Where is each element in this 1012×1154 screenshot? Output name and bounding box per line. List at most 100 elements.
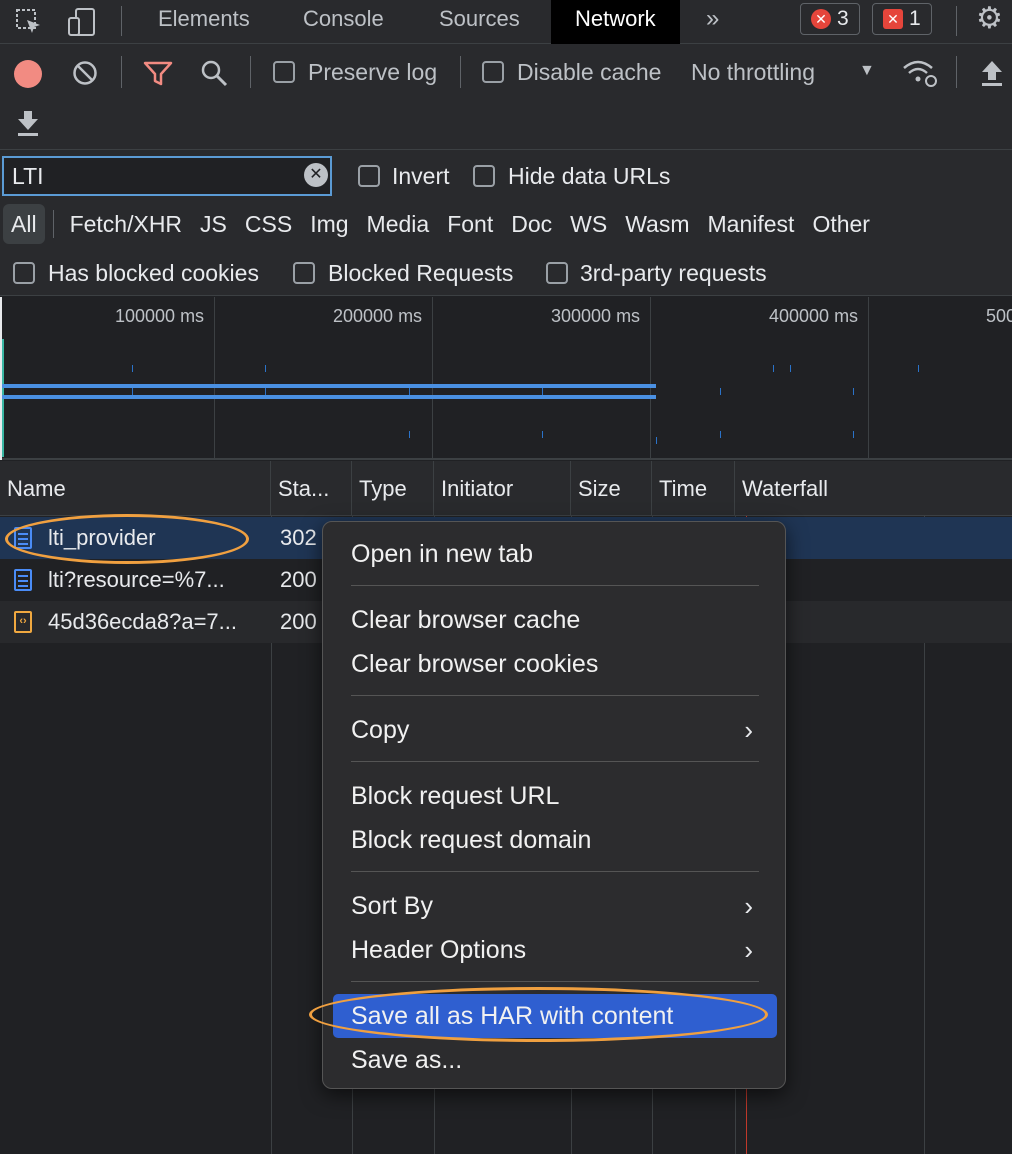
type-filter-font[interactable]: Font: [439, 204, 501, 244]
chevron-right-icon: ›: [744, 935, 753, 965]
column-header-time[interactable]: Time: [652, 461, 735, 516]
overview-mark: [132, 388, 133, 395]
network-overview-timeline[interactable]: 100000 ms 200000 ms 300000 ms 400000 ms …: [0, 297, 1012, 460]
column-header-waterfall[interactable]: Waterfall: [735, 461, 1012, 516]
disable-cache-label: Disable cache: [517, 59, 662, 85]
tab-console[interactable]: Console: [303, 0, 384, 44]
menu-item-save-as[interactable]: Save as...: [333, 1038, 777, 1082]
hide-data-urls-checkbox[interactable]: [473, 165, 495, 187]
overview-mark: [542, 388, 543, 395]
third-party-label: 3rd-party requests: [580, 260, 767, 286]
disable-cache-checkbox[interactable]: [482, 61, 504, 83]
divider: [460, 56, 461, 88]
has-blocked-cookies-label: Has blocked cookies: [48, 260, 259, 286]
type-filter-css[interactable]: CSS: [237, 204, 300, 244]
has-blocked-cookies-checkbox[interactable]: [13, 262, 35, 284]
menu-item-open-new-tab[interactable]: Open in new tab: [333, 532, 777, 576]
overview-mark: [409, 431, 410, 438]
third-party-checkbox[interactable]: [546, 262, 568, 284]
overview-mark: [790, 365, 791, 372]
preserve-log-label: Preserve log: [308, 59, 438, 85]
divider: [956, 56, 957, 88]
column-header-type[interactable]: Type: [352, 461, 434, 516]
column-header-status[interactable]: Sta...: [271, 461, 352, 516]
menu-item-save-har[interactable]: Save all as HAR with content: [333, 994, 777, 1038]
menu-separator: [351, 871, 759, 872]
tab-elements[interactable]: Elements: [158, 0, 250, 44]
menu-item-label: Header Options: [351, 936, 527, 964]
chevron-right-icon: ›: [744, 715, 753, 745]
overview-mark: [409, 388, 410, 395]
column-header-name[interactable]: Name: [0, 461, 271, 516]
overview-mark: [720, 431, 721, 438]
divider: [250, 56, 251, 88]
chevron-down-icon[interactable]: ▼: [859, 62, 875, 80]
divider: [956, 6, 957, 36]
tab-network[interactable]: Network: [551, 0, 680, 44]
gridline: [868, 297, 869, 460]
error-count-badge[interactable]: ✕ 3: [800, 3, 860, 35]
overview-mark: [853, 431, 854, 438]
hide-data-urls-label: Hide data URLs: [508, 163, 671, 189]
clear-filter-icon[interactable]: ✕: [304, 163, 328, 187]
overview-mark: [853, 388, 854, 395]
divider: [121, 6, 122, 36]
tick-label: 200000 ms: [333, 306, 423, 326]
menu-item-label: Open in new tab: [351, 540, 534, 568]
issues-count-badge[interactable]: ✕ 1: [872, 3, 932, 35]
device-toolbar-icon[interactable]: [66, 6, 98, 38]
invert-label: Invert: [392, 163, 450, 189]
invert-checkbox[interactable]: [358, 165, 380, 187]
import-har-icon[interactable]: [979, 58, 1005, 88]
menu-item-clear-cookies[interactable]: Clear browser cookies: [333, 642, 777, 686]
overview-mark: [265, 365, 266, 372]
type-filter-fetch-xhr[interactable]: Fetch/XHR: [62, 204, 190, 244]
menu-item-label: Save all as HAR with content: [351, 1002, 674, 1030]
type-filter-img[interactable]: Img: [302, 204, 356, 244]
type-filter-js[interactable]: JS: [192, 204, 235, 244]
menu-item-header-options[interactable]: Header Options ›: [333, 928, 777, 972]
type-filter-other[interactable]: Other: [804, 204, 878, 244]
column-header-size[interactable]: Size: [571, 461, 652, 516]
context-menu: Open in new tab Clear browser cache Clea…: [322, 521, 786, 1089]
type-filter-doc[interactable]: Doc: [503, 204, 560, 244]
preserve-log-checkbox[interactable]: [273, 61, 295, 83]
overview-request-bar: [2, 384, 656, 388]
overview-mark: [542, 431, 543, 438]
type-filter-wasm[interactable]: Wasm: [617, 204, 697, 244]
type-filter-media[interactable]: Media: [359, 204, 438, 244]
menu-item-copy[interactable]: Copy ›: [333, 708, 777, 752]
export-har-icon[interactable]: [15, 108, 41, 138]
menu-item-label: Sort By: [351, 892, 433, 920]
tab-sources[interactable]: Sources: [439, 0, 520, 44]
type-filter-ws[interactable]: WS: [562, 204, 615, 244]
menu-item-label: Clear browser cookies: [351, 650, 599, 678]
request-name: 45d36ecda8?a=7...: [48, 609, 238, 634]
filter-funnel-icon[interactable]: [143, 60, 173, 88]
throttling-select[interactable]: No throttling: [691, 59, 815, 86]
inspect-element-icon[interactable]: [14, 7, 44, 37]
divider: [52, 210, 54, 238]
menu-item-sort-by[interactable]: Sort By ›: [333, 884, 777, 928]
search-icon[interactable]: [199, 58, 229, 88]
overview-mark: [918, 365, 919, 372]
menu-item-block-domain[interactable]: Block request domain: [333, 818, 777, 862]
type-filter-manifest[interactable]: Manifest: [700, 204, 803, 244]
menu-item-block-url[interactable]: Block request URL: [333, 774, 777, 818]
blocked-requests-checkbox[interactable]: [293, 262, 315, 284]
overview-request-bar: [2, 395, 656, 399]
issue-icon: ✕: [883, 9, 903, 29]
menu-separator: [351, 695, 759, 696]
filter-input[interactable]: [2, 156, 332, 196]
clear-icon[interactable]: [72, 60, 98, 86]
column-header-initiator[interactable]: Initiator: [434, 461, 571, 516]
filter-bar: ✕ Invert Hide data URLs All Fetch/XHR JS…: [0, 150, 1012, 296]
request-name: lti?resource=%7...: [48, 567, 225, 592]
network-conditions-icon[interactable]: [902, 58, 938, 88]
record-button-icon[interactable]: [14, 60, 42, 88]
chevron-right-icon: ›: [744, 891, 753, 921]
type-filter-all[interactable]: All: [3, 204, 45, 244]
settings-gear-icon[interactable]: ⚙: [976, 3, 1003, 35]
more-tabs-button[interactable]: »: [706, 0, 719, 44]
menu-item-clear-cache[interactable]: Clear browser cache: [333, 598, 777, 642]
